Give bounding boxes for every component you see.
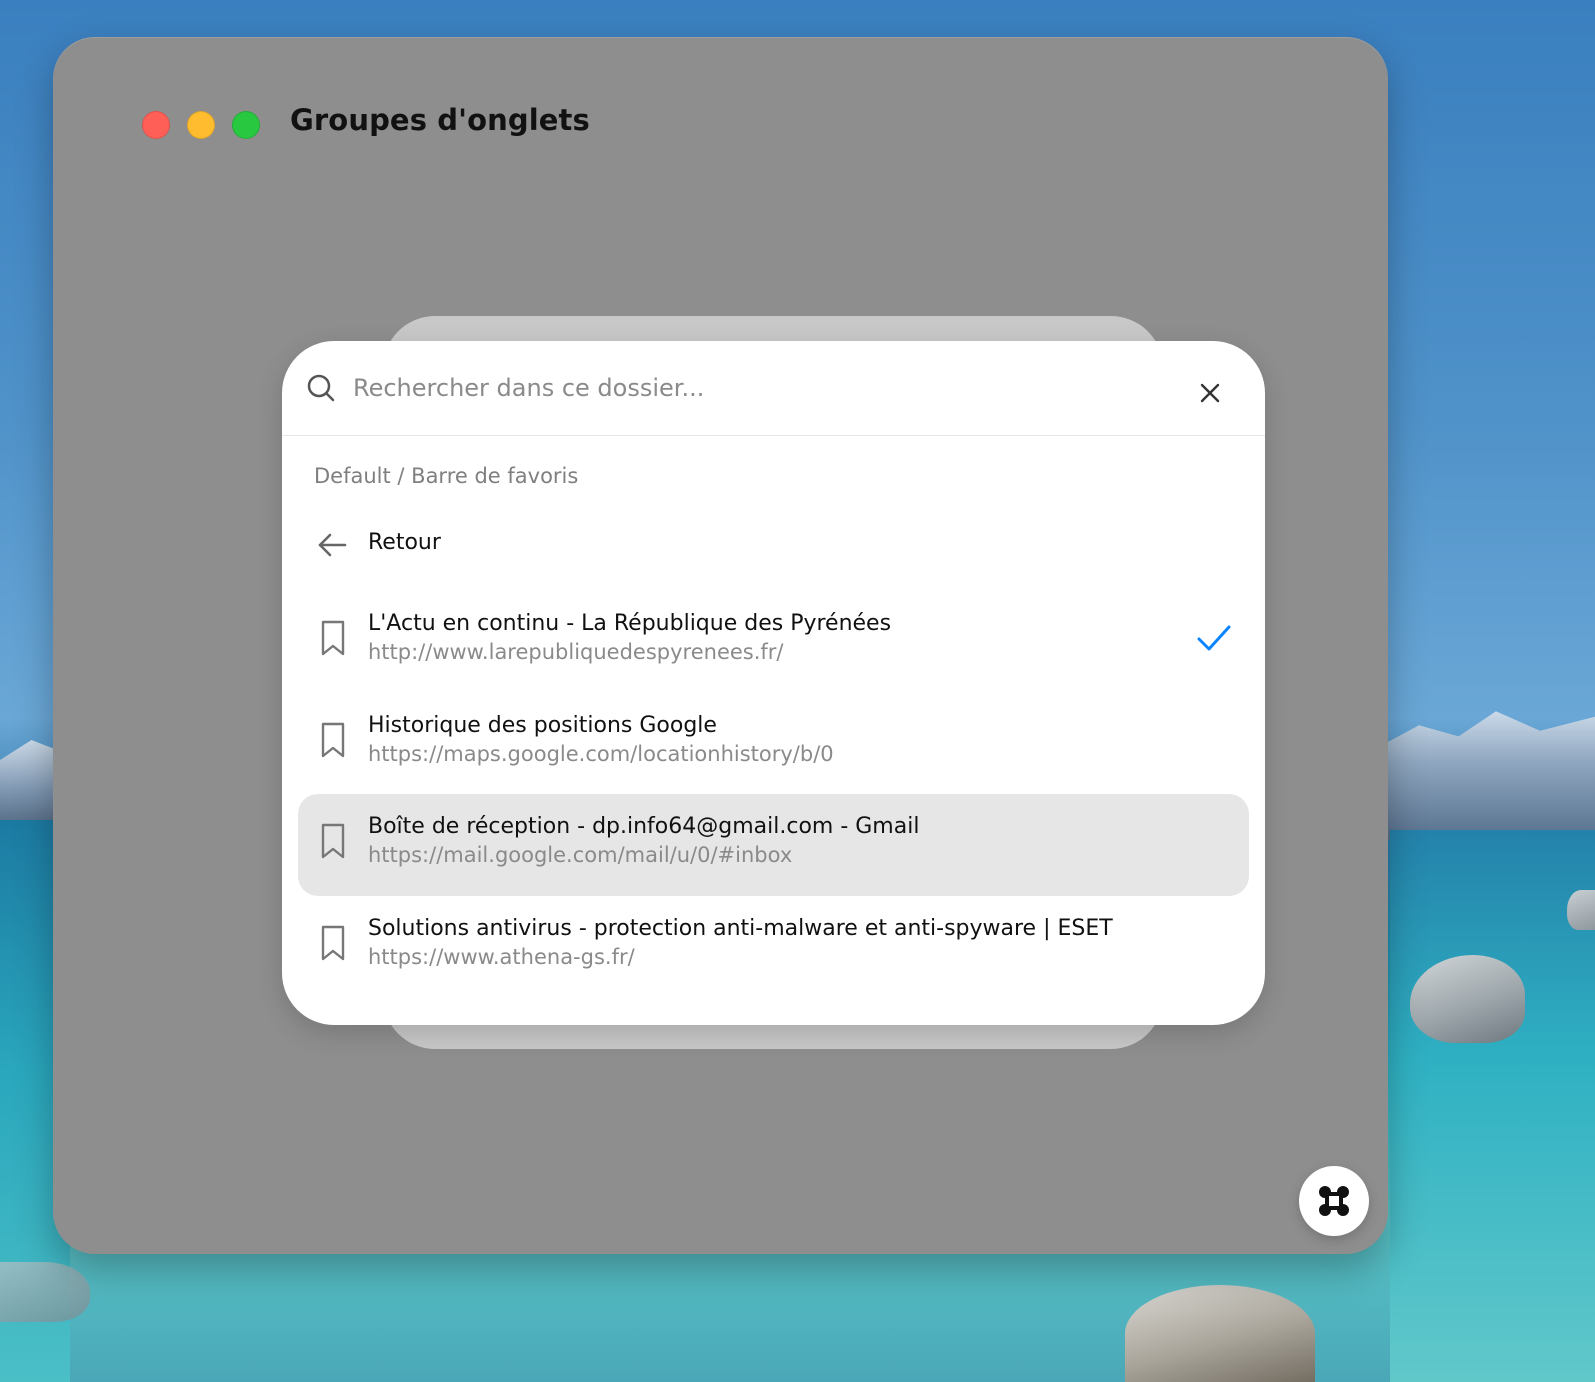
back-label: Retour xyxy=(368,530,441,555)
breadcrumb: Default / Barre de favoris xyxy=(314,464,579,488)
bookmark-item[interactable]: Solutions antivirus - protection anti-ma… xyxy=(298,896,1249,998)
command-key-icon xyxy=(1319,1186,1349,1216)
bookmark-item-highlighted[interactable]: Boîte de réception - dp.info64@gmail.com… xyxy=(298,794,1249,896)
bookmark-title: Historique des positions Google xyxy=(368,713,717,738)
water-right xyxy=(1390,830,1595,1382)
bookmark-url: https://www.athena-gs.fr/ xyxy=(368,945,635,969)
rock-bottom xyxy=(1125,1285,1315,1382)
bookmark-title: L'Actu en continu - La République des Py… xyxy=(368,611,892,636)
mountain-right xyxy=(1375,711,1595,840)
bookmark-title: Solutions antivirus - protection anti-ma… xyxy=(368,916,1113,941)
window-minimize-button[interactable] xyxy=(187,111,215,139)
bookmark-item[interactable]: Historique des positions Google https://… xyxy=(298,693,1249,795)
bookmark-item[interactable]: L'Actu en continu - La République des Py… xyxy=(298,591,1249,693)
close-button[interactable] xyxy=(1195,378,1225,408)
close-icon xyxy=(1200,383,1220,403)
arrow-left-icon xyxy=(318,533,347,557)
back-button[interactable]: Retour xyxy=(298,519,1249,571)
rock-edge xyxy=(1567,890,1595,930)
tab-groups-window: Groupes d'onglets Default / Barre de fav… xyxy=(53,37,1388,1254)
window-title: Groupes d'onglets xyxy=(290,103,590,137)
bookmark-icon xyxy=(321,722,345,758)
check-icon xyxy=(1197,625,1231,651)
bookmark-icon xyxy=(321,925,345,961)
bookmark-folder-panel: Default / Barre de favoris Retour L'Actu… xyxy=(282,341,1265,1025)
search-bar xyxy=(282,341,1265,436)
bookmark-url: https://mail.google.com/mail/u/0/#inbox xyxy=(368,843,793,867)
window-close-button[interactable] xyxy=(142,111,170,139)
bookmark-icon xyxy=(321,823,345,859)
bookmark-url: http://www.larepubliquedespyrenees.fr/ xyxy=(368,640,784,664)
bookmark-url: https://maps.google.com/locationhistory/… xyxy=(368,742,834,766)
search-input[interactable] xyxy=(353,365,1173,411)
window-zoom-button[interactable] xyxy=(232,111,260,139)
command-key-button[interactable] xyxy=(1299,1166,1369,1236)
bookmark-title: Boîte de réception - dp.info64@gmail.com… xyxy=(368,814,920,839)
bookmark-icon xyxy=(321,620,345,656)
rock-left xyxy=(0,1262,90,1322)
search-icon xyxy=(307,374,335,402)
